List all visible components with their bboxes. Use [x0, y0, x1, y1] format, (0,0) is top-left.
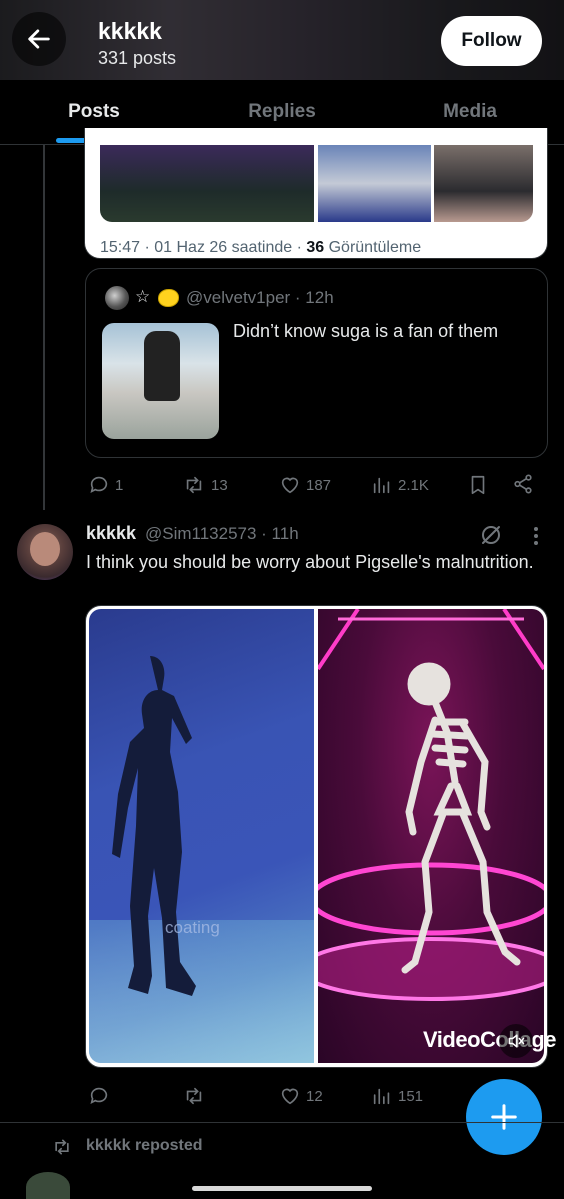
lemon-emoji-icon — [158, 289, 179, 307]
reply-button[interactable]: 1 — [88, 474, 123, 496]
repost-icon — [186, 1087, 202, 1105]
avatar-face — [30, 532, 60, 566]
repost-button[interactable]: 13 — [182, 474, 228, 496]
reply-button[interactable] — [88, 1085, 115, 1107]
quoted-post-handle: @velvetv1per · 12h — [186, 288, 334, 307]
home-indicator-bar[interactable] — [192, 1186, 372, 1191]
views-button[interactable]: 2.1K — [371, 474, 429, 496]
compose-button[interactable] — [466, 1079, 542, 1155]
like-icon — [281, 1088, 299, 1105]
views-count: 2.1K — [398, 476, 429, 494]
thread-connector-line — [43, 145, 45, 510]
volume-button[interactable] — [499, 1024, 533, 1058]
like-icon — [281, 477, 299, 494]
dancer-silhouette — [112, 656, 196, 996]
post-text: I think you should be worry about Pigsel… — [86, 552, 534, 572]
post-divider — [0, 1122, 564, 1123]
reply-count: 1 — [115, 476, 124, 494]
repost-count: 13 — [211, 476, 228, 494]
bookmark-icon — [471, 475, 485, 495]
views-count: 151 — [398, 1087, 424, 1105]
bookmark-button[interactable] — [467, 473, 489, 497]
follow-button[interactable]: Follow — [441, 16, 542, 66]
quoted-post-time: 15:47 · 01 Haz 26 saatinde · — [100, 239, 307, 256]
profile-name: kkkkk — [98, 18, 162, 44]
reply-icon — [90, 1087, 108, 1104]
post-author-handle: @Sim1132573 · 11h — [145, 524, 299, 543]
quoted-post-views-count: 36 — [306, 239, 325, 256]
back-arrow-icon — [28, 29, 50, 49]
quoted-media-image[interactable] — [434, 145, 533, 222]
like-button[interactable]: 187 — [279, 474, 331, 496]
profile-posts-count: 331 posts — [98, 48, 177, 68]
repost-icon — [186, 476, 202, 494]
video-watermark-left: coating — [165, 918, 220, 937]
compose-plus-icon — [491, 1104, 517, 1130]
volume-icon — [508, 1034, 525, 1048]
more-icon — [534, 527, 538, 545]
quoted-post-meta: 15:47 · 01 Haz 26 saatinde · 36 Görüntül… — [100, 239, 421, 257]
repost-icon — [55, 1139, 69, 1155]
video-watermark-right: VideoCollage — [423, 1027, 556, 1052]
quoted-media-image[interactable] — [318, 145, 431, 222]
views-icon — [373, 477, 390, 494]
more-button[interactable] — [527, 525, 545, 547]
avatar[interactable] — [26, 1172, 70, 1199]
like-count: 12 — [306, 1087, 323, 1105]
reposted-label[interactable]: kkkkk reposted — [86, 1137, 203, 1155]
avatar[interactable] — [105, 286, 129, 310]
like-count: 187 — [306, 476, 332, 494]
reply-icon — [90, 476, 108, 493]
share-icon — [514, 474, 532, 494]
views-icon — [373, 1088, 390, 1105]
grok-button[interactable] — [479, 523, 503, 547]
back-button[interactable] — [12, 12, 66, 66]
quoted-media-image[interactable] — [100, 145, 314, 222]
quoted-post-text: Didn’t know suga is a fan of them — [233, 321, 499, 341]
share-button[interactable] — [512, 473, 534, 495]
repost-button[interactable] — [182, 1085, 211, 1107]
reposted-indicator — [51, 1137, 73, 1157]
dancing-skeleton — [401, 662, 521, 974]
views-button[interactable]: 151 — [371, 1085, 423, 1107]
like-button[interactable]: 12 — [279, 1085, 323, 1107]
star-emoji: ☆ — [135, 287, 151, 306]
quoted-post-views-label: Görüntüleme — [324, 239, 422, 256]
grok-icon — [482, 526, 500, 544]
post-author-name[interactable]: kkkkk — [86, 523, 136, 544]
runner-figure — [144, 331, 180, 401]
